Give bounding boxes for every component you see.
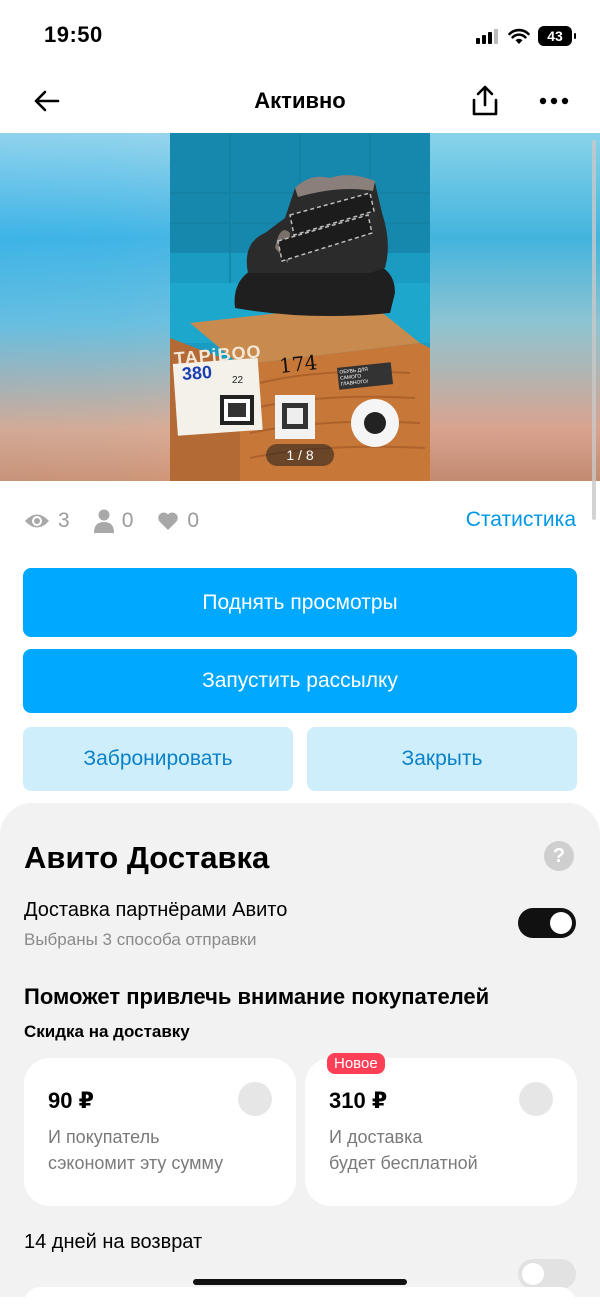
option-radio[interactable] xyxy=(238,1082,272,1116)
wifi-icon xyxy=(508,28,530,44)
eye-icon xyxy=(25,514,49,528)
scrollbar[interactable] xyxy=(592,140,596,520)
gallery-blur-right xyxy=(430,133,600,481)
gallery-blur-left xyxy=(0,133,170,481)
raise-views-button[interactable]: Поднять просмотры xyxy=(23,568,577,637)
option-price: 90 ₽ xyxy=(48,1088,94,1113)
option-line1: И доставка xyxy=(329,1127,423,1147)
cellular-signal-icon xyxy=(476,29,498,44)
photo-gallery[interactable]: 174 TAPiBOO 380 22 ОБУВЬ ДЛЯ САМОГО ГЛАВ… xyxy=(0,133,600,481)
heart-icon xyxy=(158,512,179,530)
status-time: 19:50 xyxy=(44,22,103,47)
start-mailing-button[interactable]: Запустить рассылку xyxy=(23,649,577,713)
box-size: 22 xyxy=(232,375,244,386)
option-description: И покупатель сэкономит эту сумму xyxy=(48,1124,268,1176)
favorites-count: 0 xyxy=(187,509,200,532)
partner-delivery-label: Доставка партнёрами Авито xyxy=(24,899,288,921)
battery-icon: 43 xyxy=(538,26,576,46)
favorites-stat: 0 xyxy=(157,509,199,533)
help-icon[interactable]: ? xyxy=(544,841,574,871)
page-title: Активно xyxy=(254,88,346,113)
battery-level: 43 xyxy=(547,28,563,44)
share-icon xyxy=(472,85,498,116)
views-count: 3 xyxy=(58,509,70,532)
option-description: И доставка будет бесплатной xyxy=(329,1124,549,1176)
option-line2: будет бесплатной xyxy=(329,1153,478,1173)
box-note: 380 xyxy=(181,361,213,385)
statistics-link[interactable]: Статистика xyxy=(466,508,576,532)
delivery-title: Авито Доставка xyxy=(24,840,270,875)
return-label: 14 дней на возврат xyxy=(24,1231,203,1253)
home-indicator[interactable] xyxy=(193,1279,407,1285)
more-options-button[interactable] xyxy=(534,84,574,118)
new-badge: Новое xyxy=(327,1053,385,1074)
delivery-card: Авито Доставка ? Доставка партнёрами Ави… xyxy=(0,803,600,1297)
attract-title: Поможет привлечь внимание покупателей xyxy=(24,984,490,1009)
option-line2: сэкономит эту сумму xyxy=(48,1153,224,1173)
person-icon xyxy=(93,509,114,533)
share-button[interactable] xyxy=(466,82,504,120)
discount-option-90[interactable]: 90 ₽ И покупатель сэкономит эту сумму xyxy=(24,1058,296,1206)
partner-delivery-sub: Выбраны 3 способа отправки xyxy=(24,930,257,949)
more-dots-icon xyxy=(539,97,569,105)
return-toggle[interactable] xyxy=(518,1259,576,1289)
discount-option-310[interactable]: 310 ₽ И доставка будет бесплатной xyxy=(305,1058,577,1206)
option-line1: И покупатель xyxy=(48,1127,160,1147)
close-listing-button[interactable]: Закрыть xyxy=(307,727,577,791)
next-card-edge xyxy=(24,1287,576,1307)
contacts-stat: 0 xyxy=(93,509,134,533)
box-mark: 174 xyxy=(278,350,318,378)
reserve-button[interactable]: Забронировать xyxy=(23,727,293,791)
boots-on-box-image: 174 xyxy=(170,133,430,481)
option-radio[interactable] xyxy=(519,1082,553,1116)
option-price: 310 ₽ xyxy=(329,1088,388,1113)
contacts-count: 0 xyxy=(121,509,134,532)
status-icons: 43 xyxy=(476,24,576,48)
product-photo[interactable]: 174 TAPiBOO 380 22 ОБУВЬ ДЛЯ САМОГО ГЛАВ… xyxy=(170,133,430,481)
discount-label: Скидка на доставку xyxy=(24,1022,190,1041)
partner-delivery-toggle[interactable] xyxy=(518,908,576,938)
listing-stats: 3 0 0 xyxy=(24,506,199,536)
photo-counter: 1 / 8 xyxy=(266,444,334,466)
views-stat: 3 xyxy=(24,509,70,533)
